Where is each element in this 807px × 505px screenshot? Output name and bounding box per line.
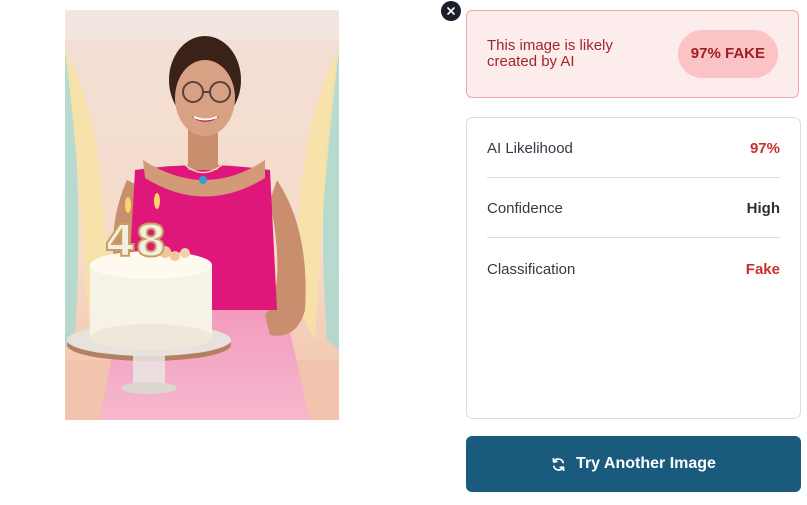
metric-row-ai-likelihood: AI Likelihood 97% [487,118,780,178]
analyzed-image: 48 [65,10,339,420]
try-another-image-button[interactable]: Try Another Image [466,436,801,492]
metric-label: Confidence [487,200,563,217]
verdict-message: This image is likely created by AI [487,37,613,70]
metric-value: 97% [749,140,780,157]
metric-label: AI Likelihood [487,140,573,157]
verdict-banner: This image is likely created by AI 97% F… [466,10,799,98]
close-icon [447,7,455,15]
fake-score-badge: 97% FAKE [677,30,778,78]
refresh-icon [552,457,565,471]
try-another-image-label: Try Another Image [576,455,716,472]
analysis-metrics-card: AI Likelihood 97% Confidence High Classi… [466,117,801,419]
metric-value: High [746,200,780,217]
cake-candles: 48 [105,216,166,267]
metric-label: Classification [487,260,576,278]
close-button[interactable] [441,1,461,21]
metric-value: Fake [745,260,780,278]
metric-row-classification: Classification Fake [487,238,780,298]
metric-row-confidence: Confidence High [487,178,780,238]
